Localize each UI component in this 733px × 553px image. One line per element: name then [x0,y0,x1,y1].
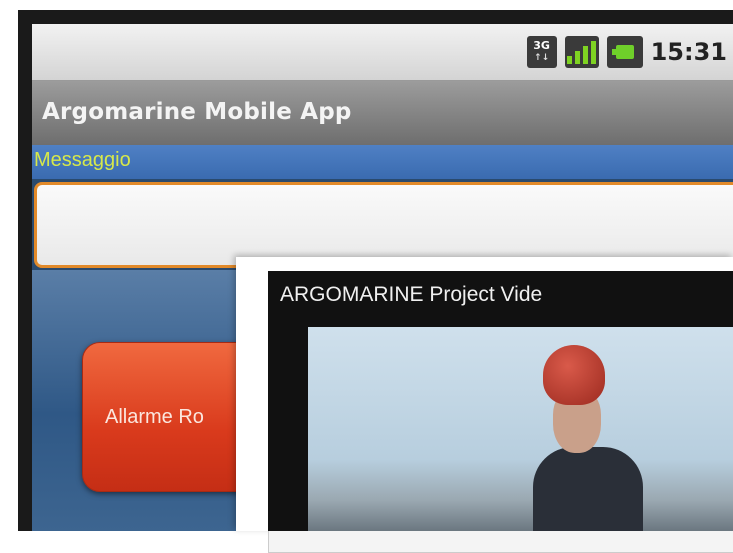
message-label-strip: Messaggio [32,145,733,179]
network-arrows: ↑↓ [534,53,550,63]
battery-icon [606,36,643,68]
video-title: ARGOMARINE Project Vide [280,283,543,306]
video-player[interactable]: ARGOMARINE Project Vide [268,271,733,531]
status-clock: 15:31 [650,38,727,66]
video-card: ARGOMARINE Project Vide [236,257,733,553]
person-helmet-icon [543,345,605,405]
person-body [533,447,643,531]
status-bar: 3G ↑↓ 15:31 [32,24,733,81]
status-icons: 3G ↑↓ 15:31 [526,32,733,72]
network-3g-icon: 3G ↑↓ [526,36,557,68]
alarm-button-label: Allarme Ro [105,405,204,428]
video-thumbnail[interactable] [308,327,733,531]
network-type-label: 3G [533,39,550,52]
message-label: Messaggio [34,149,131,171]
app-title-bar: Argomarine Mobile App [32,81,733,145]
signal-strength-icon [564,36,599,68]
message-input[interactable] [34,182,733,268]
app-title: Argomarine Mobile App [42,99,352,125]
